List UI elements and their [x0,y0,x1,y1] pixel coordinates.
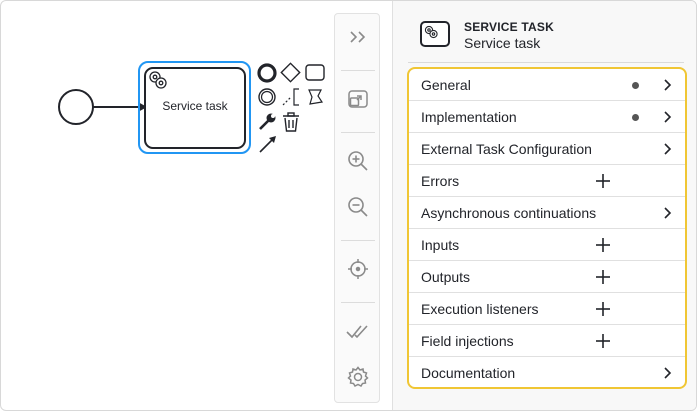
group-execution-listeners[interactable]: Execution listeners [409,293,685,325]
reset-view-icon[interactable] [345,256,371,282]
group-label: Errors [421,172,460,189]
group-label: Implementation [421,108,517,125]
chevron-right-icon[interactable] [663,111,673,123]
service-task-icon [420,21,450,47]
chevron-right-icon[interactable] [663,367,673,379]
toolbar-separator [341,240,375,241]
plus-icon[interactable] [595,269,611,285]
task-label: Service task [162,99,228,113]
group-documentation[interactable]: Documentation [409,357,685,387]
minimap-icon[interactable] [345,86,371,112]
append-intermediate-event-icon[interactable] [258,88,276,106]
zoom-out-icon[interactable] [345,194,371,220]
plus-icon[interactable] [595,301,611,317]
zoom-in-icon[interactable] [345,148,371,174]
chevron-right-icon[interactable] [663,143,673,155]
settings-icon[interactable] [345,364,371,390]
wrench-icon[interactable] [259,113,276,130]
group-label: Outputs [421,268,471,285]
toolbar-separator [341,132,375,133]
element-name: Service task [464,35,541,51]
property-groups: General Implementation External Task Confi… [407,67,687,389]
group-label: General [421,76,471,93]
group-general[interactable]: General [409,69,685,101]
group-label: Inputs [421,236,460,253]
group-external-task-configuration[interactable]: External Task Configuration [409,133,685,165]
group-errors[interactable]: Errors [409,165,685,197]
diagram-svg [58,61,325,154]
plus-icon[interactable] [595,333,611,349]
append-task-icon[interactable] [305,64,325,81]
connect-arrow-icon[interactable] [259,136,276,153]
chevron-right-icon[interactable] [663,207,673,219]
text-annotation-icon[interactable] [282,88,299,106]
group-asynchronous-continuations[interactable]: Asynchronous continuations [409,197,685,229]
group-inputs[interactable]: Inputs [409,229,685,261]
group-label: Documentation [421,365,516,381]
plus-icon[interactable] [595,237,611,253]
data-indicator-dot [632,114,639,121]
signal-icon[interactable] [308,89,324,105]
data-indicator-dot [632,82,639,89]
start-event[interactable] [58,89,94,125]
group-label: Execution listeners [421,300,539,317]
plus-icon[interactable] [595,173,611,189]
trash-icon[interactable] [283,112,299,132]
append-gateway-icon[interactable] [280,62,301,83]
group-outputs[interactable]: Outputs [409,261,685,293]
group-label: Field injections [421,332,514,349]
group-label: External Task Configuration [421,140,592,157]
app-frame: Service task SERVICE TASK Service task G… [0,0,697,411]
group-implementation[interactable]: Implementation [409,101,685,133]
validate-icon[interactable] [345,318,371,344]
chevron-right-icon[interactable] [663,79,673,91]
element-type: SERVICE TASK [464,20,554,34]
panel-header: SERVICE TASK Service task [408,7,684,63]
append-end-event-icon[interactable] [257,63,277,83]
canvas-toolbar [334,13,380,403]
group-field-injections[interactable]: Field injections [409,325,685,357]
group-label: Asynchronous continuations [421,204,597,221]
toolbar-separator [341,70,375,71]
toolbar-separator [341,302,375,303]
context-pad [257,62,325,153]
diagram-canvas[interactable]: Service task [1,1,391,410]
collapse-icon[interactable] [345,24,371,50]
